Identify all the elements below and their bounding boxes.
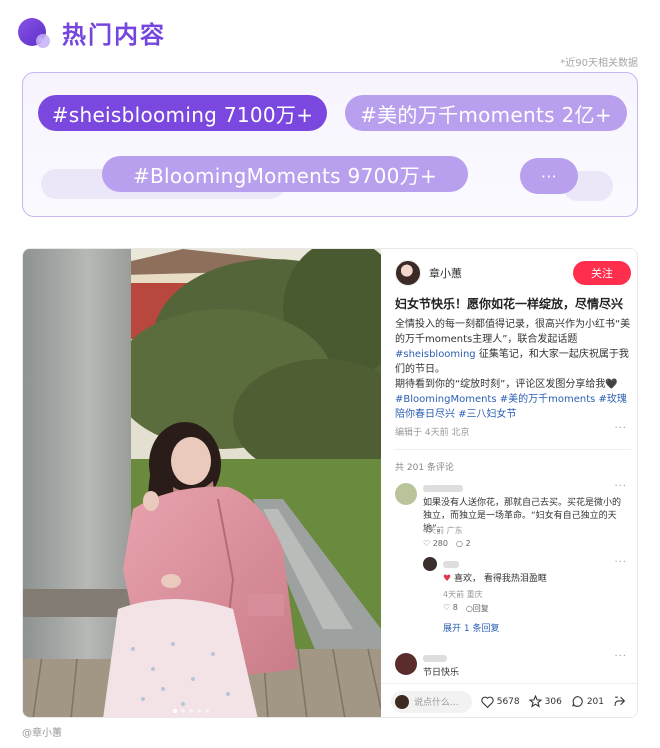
hashtag-links[interactable]: #BloomingMoments #美的万千moments #玫瑰陪你春日尽兴 … — [395, 394, 627, 420]
heart-icon: ♥ — [443, 574, 452, 584]
commenter-avatar[interactable] — [395, 653, 417, 675]
divider — [395, 449, 631, 450]
comment-bubble-icon — [571, 696, 583, 707]
reply-reply-label: 回复 — [472, 604, 489, 613]
like-count: 5678 — [496, 696, 520, 707]
post-meta: 编辑于 4天前 北京 — [395, 428, 470, 438]
follow-button[interactable]: 关注 — [573, 261, 631, 285]
topic-pill-sheisblooming[interactable]: #sheisblooming 7100万+ — [38, 95, 327, 131]
commenter-name-blurred[interactable] — [423, 655, 447, 662]
share-button[interactable] — [613, 695, 629, 708]
comment-like-count: 280 — [432, 539, 448, 548]
comments-count: 201 — [586, 696, 604, 707]
trending-topics-panel: #sheisblooming 7100万+ #美的万千moments 2亿+ #… — [22, 72, 638, 217]
comment-count: 共 201 条评论 — [395, 463, 454, 473]
share-icon — [614, 696, 626, 706]
more-topics-button[interactable]: ··· — [520, 158, 578, 194]
star-outline-icon — [528, 695, 542, 708]
reply-reply[interactable]: ○回复 — [466, 603, 489, 614]
author-name[interactable]: 章小蕙 — [429, 265, 462, 281]
comment-more-icon[interactable]: ··· — [614, 481, 627, 492]
user-avatar — [395, 694, 409, 709]
post-title: 妇女节快乐！愿你如花一样绽放，尽情尽兴 — [395, 297, 624, 311]
topic-pill-midea-moments[interactable]: #美的万千moments 2亿+ — [345, 95, 627, 131]
brand-logo-icon: NEW — [18, 18, 52, 48]
topic-pill-bloomingmoments[interactable]: #BloomingMoments 9700万+ — [102, 156, 468, 192]
post-body-text: 全情投入的每一刻都值得记录，很高兴作为小红书“美的万千moments主理人”，联… — [395, 319, 631, 345]
post-body-text: 期待看到你的“绽放时刻”，评论区发图分享给我🖤 — [395, 379, 618, 390]
post-body: 全情投入的每一刻都值得记录，很高兴作为小红书“美的万千moments主理人”，联… — [395, 317, 631, 422]
reply-more-icon[interactable]: ··· — [614, 557, 627, 568]
engagement-bar: 说点什么... 5678 306 201 — [381, 683, 637, 717]
carousel-dot[interactable] — [197, 709, 201, 713]
post-detail-panel: 章小蕙 关注 妇女节快乐！愿你如花一样绽放，尽情尽兴 全情投入的每一刻都值得记录… — [381, 249, 637, 717]
comments-button[interactable]: 201 — [571, 695, 604, 708]
carousel-dot[interactable] — [181, 709, 185, 713]
author-row: 章小蕙 关注 — [395, 259, 631, 287]
reply-actions: ♡ 8 ○回复 — [443, 603, 489, 614]
expand-replies-link[interactable]: 展开 1 条回复 — [443, 621, 499, 634]
comment-like[interactable]: ♡ 280 — [423, 539, 448, 548]
heart-outline-icon — [481, 696, 494, 708]
carousel-indicator — [173, 709, 209, 713]
comment-input[interactable]: 说点什么... — [391, 690, 472, 713]
more-options-icon[interactable]: ··· — [614, 423, 627, 434]
comment-text: 节日快乐 — [423, 668, 460, 678]
author-avatar[interactable] — [395, 260, 421, 286]
comment-meta: 4天前 广东 — [423, 526, 463, 535]
carousel-dot-active[interactable] — [173, 709, 177, 713]
commenter-avatar[interactable] — [395, 483, 417, 505]
comment-reply-count: 2 — [465, 539, 471, 548]
section-header: NEW 热门内容 — [18, 14, 166, 50]
reply-name-blurred[interactable] — [443, 561, 459, 568]
carousel-dot[interactable] — [189, 709, 193, 713]
like-button[interactable]: 5678 — [481, 696, 520, 708]
favorite-button[interactable]: 306 — [528, 695, 562, 708]
reply-text: ♥ 喜欢， 看得我热泪盈眶 — [443, 573, 623, 586]
comment-input-placeholder: 说点什么... — [414, 698, 459, 708]
comment-actions: ♡ 280 ○ 2 — [423, 539, 471, 548]
commenter-name-blurred[interactable] — [423, 485, 463, 492]
reply-text-content: 喜欢， 看得我热泪盈眶 — [453, 574, 547, 584]
reply-like-count: 8 — [452, 603, 458, 612]
post-photo-illustration — [23, 249, 381, 717]
logo-text: NEW — [38, 38, 52, 44]
reply-avatar[interactable] — [423, 557, 437, 571]
post-photo[interactable] — [23, 249, 381, 717]
hashtag-link[interactable]: #sheisblooming — [395, 349, 476, 360]
data-range-note: *近90天相关数据 — [560, 58, 638, 69]
reply-meta: 4天前 重庆 — [443, 590, 483, 599]
reply-like[interactable]: ♡ 8 — [443, 603, 458, 614]
post-card: 章小蕙 关注 妇女节快乐！愿你如花一样绽放，尽情尽兴 全情投入的每一刻都值得记录… — [22, 248, 638, 718]
carousel-dot[interactable] — [205, 709, 209, 713]
comment-reply[interactable]: ○ 2 — [456, 539, 471, 548]
image-credit: @章小蕙 — [22, 728, 62, 739]
comment-more-icon[interactable]: ··· — [614, 651, 627, 662]
favorite-count: 306 — [544, 696, 562, 707]
section-title: 热门内容 — [62, 20, 166, 49]
